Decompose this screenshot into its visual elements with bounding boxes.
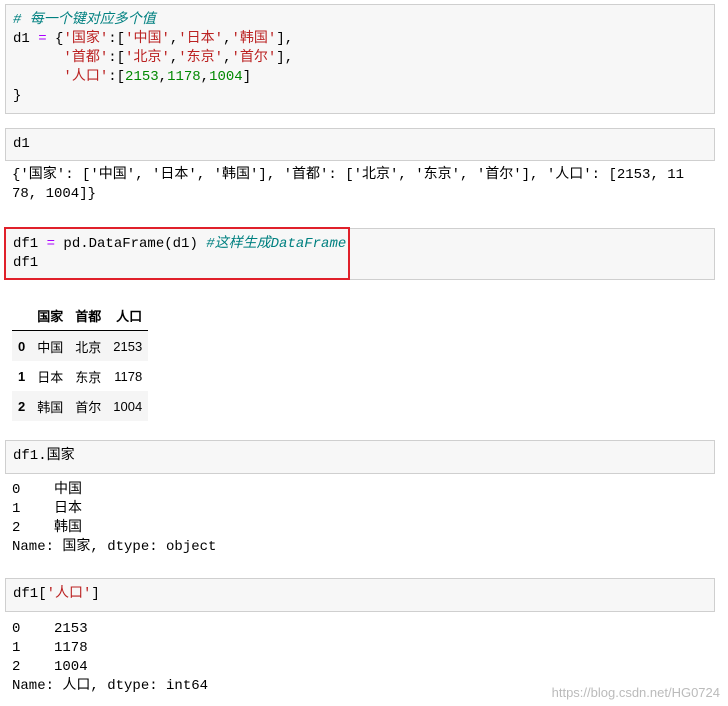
row-index: 2 — [18, 398, 26, 414]
cell: 韩国 — [37, 399, 64, 415]
highlight-box — [4, 227, 350, 280]
cell: 1004 — [113, 398, 143, 414]
output-line: 78, 1004]} — [12, 186, 97, 202]
code-line: df1.国家 — [13, 448, 75, 464]
output-line: 1 1178 — [12, 640, 88, 656]
column-header: 人口 — [107, 300, 149, 331]
table-row: 1 日本 东京 1178 — [12, 361, 148, 391]
row-index: 0 — [18, 338, 26, 354]
watermark: https://blog.csdn.net/HG0724 — [551, 685, 720, 700]
code-cell-2[interactable]: d1 — [5, 128, 715, 161]
cell: 北京 — [75, 339, 102, 355]
output-line: 1 日本 — [12, 501, 83, 517]
row-index: 1 — [18, 368, 26, 384]
code-line: d1 = {'国家':['中国','日本','韩国'], — [13, 31, 294, 47]
column-header: 国家 — [31, 300, 70, 331]
cell: 东京 — [75, 369, 102, 385]
dataframe-table: 国家 首都 人口 0 中国 北京 2153 1 日本 东京 1178 2 韩国 首尔 1004 — [12, 300, 149, 421]
output-line: Name: 国家, dtype: object — [12, 539, 217, 555]
output-line: 0 2153 — [12, 621, 88, 637]
cell: 首尔 — [75, 399, 102, 415]
code-line: d1 — [13, 136, 30, 152]
cell: 中国 — [37, 339, 64, 355]
comment: # 每一个键对应多个值 — [13, 12, 156, 28]
code-line: '人口' — [63, 69, 109, 85]
output-4: 0 中国 1 日本 2 韩国 Name: 国家, dtype: object — [12, 481, 216, 557]
output-line: 0 中国 — [12, 482, 83, 498]
cell: 日本 — [37, 369, 64, 385]
code-cell-5[interactable]: df1['人口'] — [5, 578, 715, 612]
output-line: Name: 人口, dtype: int64 — [12, 678, 209, 694]
code-line: ] — [91, 586, 100, 602]
table-row: 2 韩国 首尔 1004 — [12, 391, 149, 421]
code-cell-4[interactable]: df1.国家 — [5, 440, 715, 474]
output-line: {'国家': ['中国', '日本', '韩国'], '首都': ['北京', … — [12, 167, 685, 183]
table-row: 0 中国 北京 2153 — [12, 330, 149, 361]
column-header — [12, 300, 32, 331]
code-line: '首都' — [63, 50, 109, 66]
output-5: 0 2153 1 1178 2 1004 Name: 人口, dtype: in… — [12, 620, 208, 696]
code-line: df1[ — [13, 586, 47, 602]
output-2: {'国家': ['中国', '日本', '韩国'], '首都': ['北京', … — [12, 166, 684, 204]
output-line: 2 1004 — [12, 659, 88, 675]
column-header: 首都 — [69, 300, 108, 331]
cell: 1178 — [114, 368, 143, 384]
output-line: 2 韩国 — [12, 520, 83, 536]
string: '人口' — [46, 586, 92, 602]
code-cell-1[interactable]: # 每一个键对应多个值 d1 = {'国家':['中国','日本','韩国'],… — [5, 4, 715, 114]
cell: 2153 — [113, 338, 143, 354]
